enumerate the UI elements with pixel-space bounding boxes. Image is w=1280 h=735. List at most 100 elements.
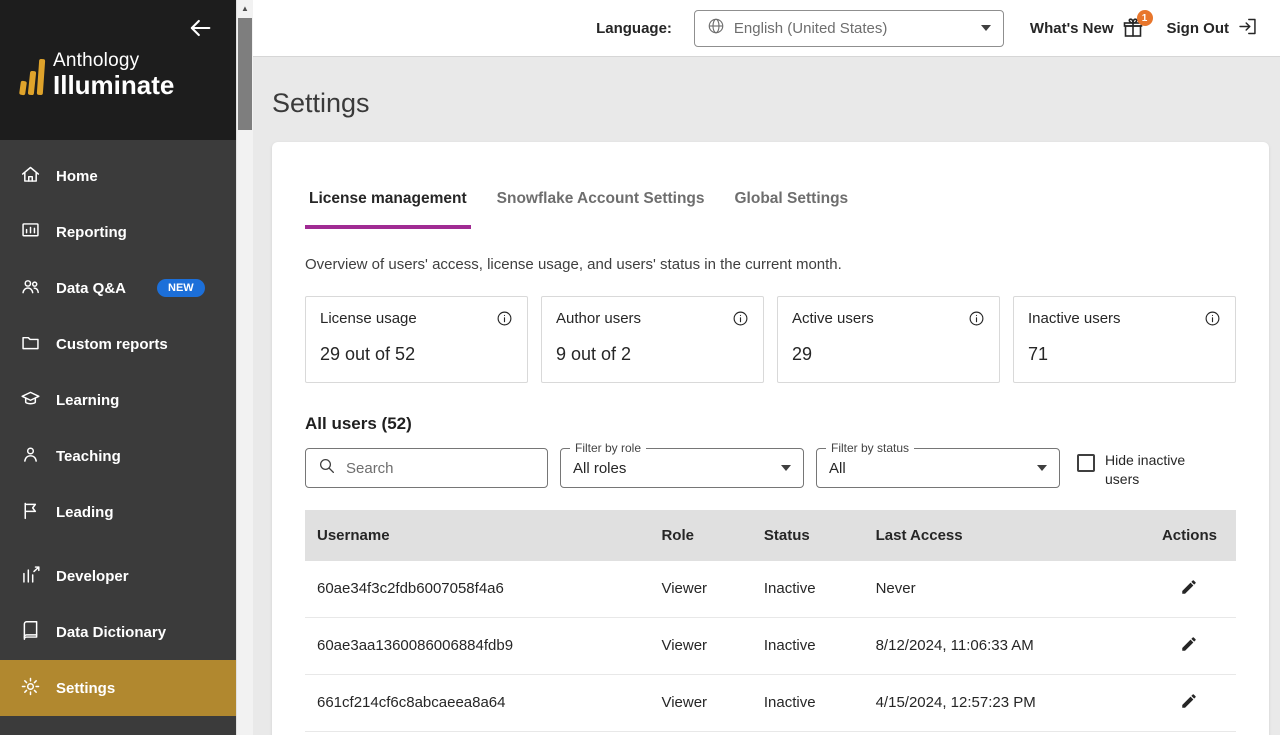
sidebar-item-data-qa[interactable]: Data Q&A NEW (0, 260, 236, 316)
home-icon (20, 164, 41, 189)
users-table: Username Role Status Last Access Actions… (305, 509, 1236, 732)
logo-line1: Anthology (53, 50, 140, 71)
sidebar-item-data-dictionary[interactable]: Data Dictionary (0, 604, 236, 660)
sidebar-item-reporting[interactable]: Reporting (0, 204, 236, 260)
filter-by-role-select[interactable]: Filter by role All roles (560, 441, 804, 488)
edit-pencil-icon[interactable] (1180, 578, 1198, 596)
stat-value: 9 out of 2 (556, 344, 632, 364)
cell-username: 661cf214cf6c8abcaeea8a64 (305, 674, 650, 732)
sign-out-button[interactable]: Sign Out (1167, 16, 1259, 41)
scrollbar-up-arrow[interactable]: ▲ (237, 0, 253, 16)
cell-role: Viewer (649, 560, 752, 618)
sign-out-icon (1237, 16, 1258, 41)
sidebar-item-custom-reports[interactable]: Custom reports (0, 316, 236, 372)
sidebar-item-leading[interactable]: Leading (0, 484, 236, 540)
header-actions: Actions (1161, 526, 1217, 544)
sidebar-item-settings[interactable]: Settings (0, 660, 236, 716)
sidebar-item-label: Settings (56, 679, 116, 697)
app-window: Anthology Illuminate Home Reporting Data… (0, 0, 1280, 735)
sign-out-label: Sign Out (1166, 19, 1230, 37)
settings-card: License management Snowflake Account Set… (272, 142, 1269, 735)
data-qa-people-icon (20, 276, 41, 301)
cell-last-access: 4/15/2024, 12:57:23 PM (863, 674, 1143, 732)
sidebar-item-learning[interactable]: Learning (0, 372, 236, 428)
language-select[interactable]: English (United States) (693, 9, 1004, 47)
whats-new-button[interactable]: What's New 1 (1030, 10, 1153, 40)
tab-global-settings[interactable]: Global Settings (731, 190, 853, 229)
search-icon (318, 457, 336, 480)
cell-role: Viewer (649, 674, 752, 732)
chevron-down-icon (980, 25, 991, 31)
hide-inactive-control: Hide inactive users (1077, 448, 1193, 489)
stat-value: 29 out of 52 (320, 344, 416, 364)
collapse-sidebar-button[interactable] (186, 14, 214, 42)
sidebar-header: Anthology Illuminate (0, 0, 236, 140)
sidebar-item-label: Leading (56, 503, 114, 521)
sidebar-item-developer[interactable]: Developer (0, 548, 236, 604)
tab-snowflake-account-settings[interactable]: Snowflake Account Settings (493, 190, 709, 229)
stat-card-author-users: Author users 9 out of 2 (541, 296, 764, 383)
learning-cap-icon (20, 388, 41, 413)
table-header-row: Username Role Status Last Access Actions (305, 509, 1236, 561)
sidebar-item-label: Reporting (56, 223, 127, 241)
cell-last-access: Never (863, 560, 1143, 618)
stat-cards: License usage 29 out of 52 Author users … (305, 296, 1236, 383)
header-username: Username (317, 526, 390, 544)
developer-chart-icon (20, 564, 41, 589)
stat-card-license-usage: License usage 29 out of 52 (305, 296, 528, 383)
hide-inactive-checkbox[interactable] (1077, 454, 1095, 472)
stat-label: Author users (556, 310, 642, 327)
cell-status: Inactive (751, 560, 864, 618)
scrollbar-thumb[interactable] (238, 18, 252, 130)
table-row: 60ae3aa1360086006884fdb9 Viewer Inactive… (305, 617, 1236, 675)
sidebar-nav: Home Reporting Data Q&A NEW Custom repor… (0, 140, 236, 735)
notification-badge: 1 (1136, 10, 1153, 26)
cell-status: Inactive (751, 674, 864, 732)
sidebar-item-label: Teaching (56, 447, 121, 465)
edit-pencil-icon[interactable] (1180, 692, 1198, 710)
header-role: Role (661, 526, 694, 544)
info-icon[interactable] (496, 310, 513, 327)
gift-icon (1121, 18, 1145, 44)
table-row: 60ae34f3c2fdb6007058f4a6 Viewer Inactive… (305, 560, 1236, 618)
filter-role-value: All roles (573, 459, 627, 477)
info-icon[interactable] (732, 310, 749, 327)
info-icon[interactable] (968, 310, 985, 327)
stat-label: Active users (792, 310, 874, 327)
header-status: Status (763, 526, 810, 544)
sidebar: Anthology Illuminate Home Reporting Data… (0, 0, 236, 735)
sidebar-item-label: Home (56, 167, 98, 185)
search-input[interactable] (346, 459, 535, 477)
stat-label: Inactive users (1028, 310, 1121, 327)
globe-icon (707, 17, 725, 39)
filter-by-status-select[interactable]: Filter by status All (816, 441, 1060, 488)
cell-username: 60ae3aa1360086006884fdb9 (305, 617, 650, 675)
sidebar-item-label: Custom reports (56, 335, 168, 353)
filter-role-label: Filter by role (570, 441, 647, 455)
gear-icon (20, 676, 41, 701)
table-controls: Filter by role All roles Filter by statu… (305, 441, 1236, 489)
vertical-scrollbar: ▲ (236, 0, 253, 735)
main-area: Language: English (United States) What's… (253, 0, 1280, 735)
header-last-access: Last Access (875, 526, 963, 544)
info-icon[interactable] (1204, 310, 1221, 327)
sidebar-item-label: Learning (56, 391, 120, 409)
stat-label: License usage (320, 310, 417, 327)
sidebar-item-label: Data Dictionary (56, 623, 167, 641)
cell-status: Inactive (751, 617, 864, 675)
hide-inactive-label: Hide inactive users (1105, 452, 1186, 487)
cell-last-access: 8/12/2024, 11:06:33 AM (863, 617, 1143, 675)
stat-value: 29 (792, 344, 813, 364)
sidebar-item-home[interactable]: Home (0, 148, 236, 204)
sidebar-item-label: Developer (56, 567, 129, 585)
filter-status-value: All (829, 459, 846, 477)
chevron-down-icon (781, 465, 791, 471)
new-badge: NEW (157, 279, 205, 297)
edit-pencil-icon[interactable] (1180, 635, 1198, 653)
settings-tabs: License management Snowflake Account Set… (305, 190, 1236, 229)
cell-role: Viewer (649, 617, 752, 675)
cell-username: 60ae34f3c2fdb6007058f4a6 (305, 560, 650, 618)
tab-license-management[interactable]: License management (305, 190, 471, 229)
sidebar-item-teaching[interactable]: Teaching (0, 428, 236, 484)
overview-description: Overview of users' access, license usage… (305, 256, 842, 273)
